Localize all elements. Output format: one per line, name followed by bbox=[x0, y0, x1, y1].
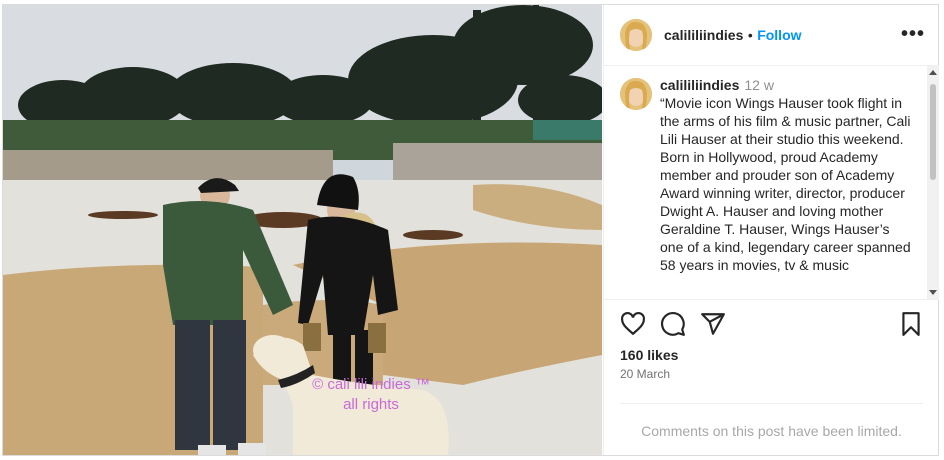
divider bbox=[620, 403, 923, 404]
copyright-watermark: © cali lili indies ™ all rights bbox=[312, 376, 430, 413]
avatar[interactable] bbox=[620, 19, 652, 51]
caption-scrollbar[interactable] bbox=[927, 66, 939, 299]
more-options-icon[interactable]: ••• bbox=[901, 23, 925, 46]
likes-count[interactable]: 160 likes bbox=[620, 347, 678, 363]
separator-dot: • bbox=[747, 27, 753, 43]
bookmark-icon[interactable] bbox=[898, 311, 924, 337]
scroll-up-arrow-icon[interactable] bbox=[929, 70, 937, 75]
comment-icon[interactable] bbox=[660, 311, 686, 337]
caption-area[interactable]: calililiindies 12 w “Movie icon Wings Hau… bbox=[604, 66, 939, 300]
heart-icon[interactable] bbox=[620, 311, 646, 337]
caption: calililiindies 12 w “Movie icon Wings Hau… bbox=[660, 76, 916, 274]
post-age[interactable]: 12 w bbox=[744, 77, 774, 93]
comments-limited-notice: Comments on this post have been limited. bbox=[641, 423, 902, 439]
follow-button[interactable]: Follow bbox=[757, 27, 801, 43]
caption-text: “Movie icon Wings Hauser took flight in … bbox=[660, 95, 911, 273]
share-icon[interactable] bbox=[700, 311, 726, 337]
header-username[interactable]: calililiindies bbox=[664, 27, 743, 43]
caption-username[interactable]: calililiindies bbox=[660, 77, 739, 93]
post-card: © cali lili indies ™ all rights calilili… bbox=[2, 4, 939, 456]
scrollbar-thumb[interactable] bbox=[930, 84, 936, 180]
caption-avatar[interactable] bbox=[620, 78, 652, 110]
post-header: calililiindies • Follow ••• bbox=[604, 5, 939, 66]
post-photo[interactable]: © cali lili indies ™ all rights bbox=[3, 5, 602, 455]
post-date[interactable]: 20 March bbox=[620, 367, 670, 381]
post-sidebar: calililiindies • Follow ••• calililiindi… bbox=[603, 5, 939, 455]
action-bar bbox=[604, 301, 939, 341]
scroll-down-arrow-icon[interactable] bbox=[929, 290, 937, 295]
